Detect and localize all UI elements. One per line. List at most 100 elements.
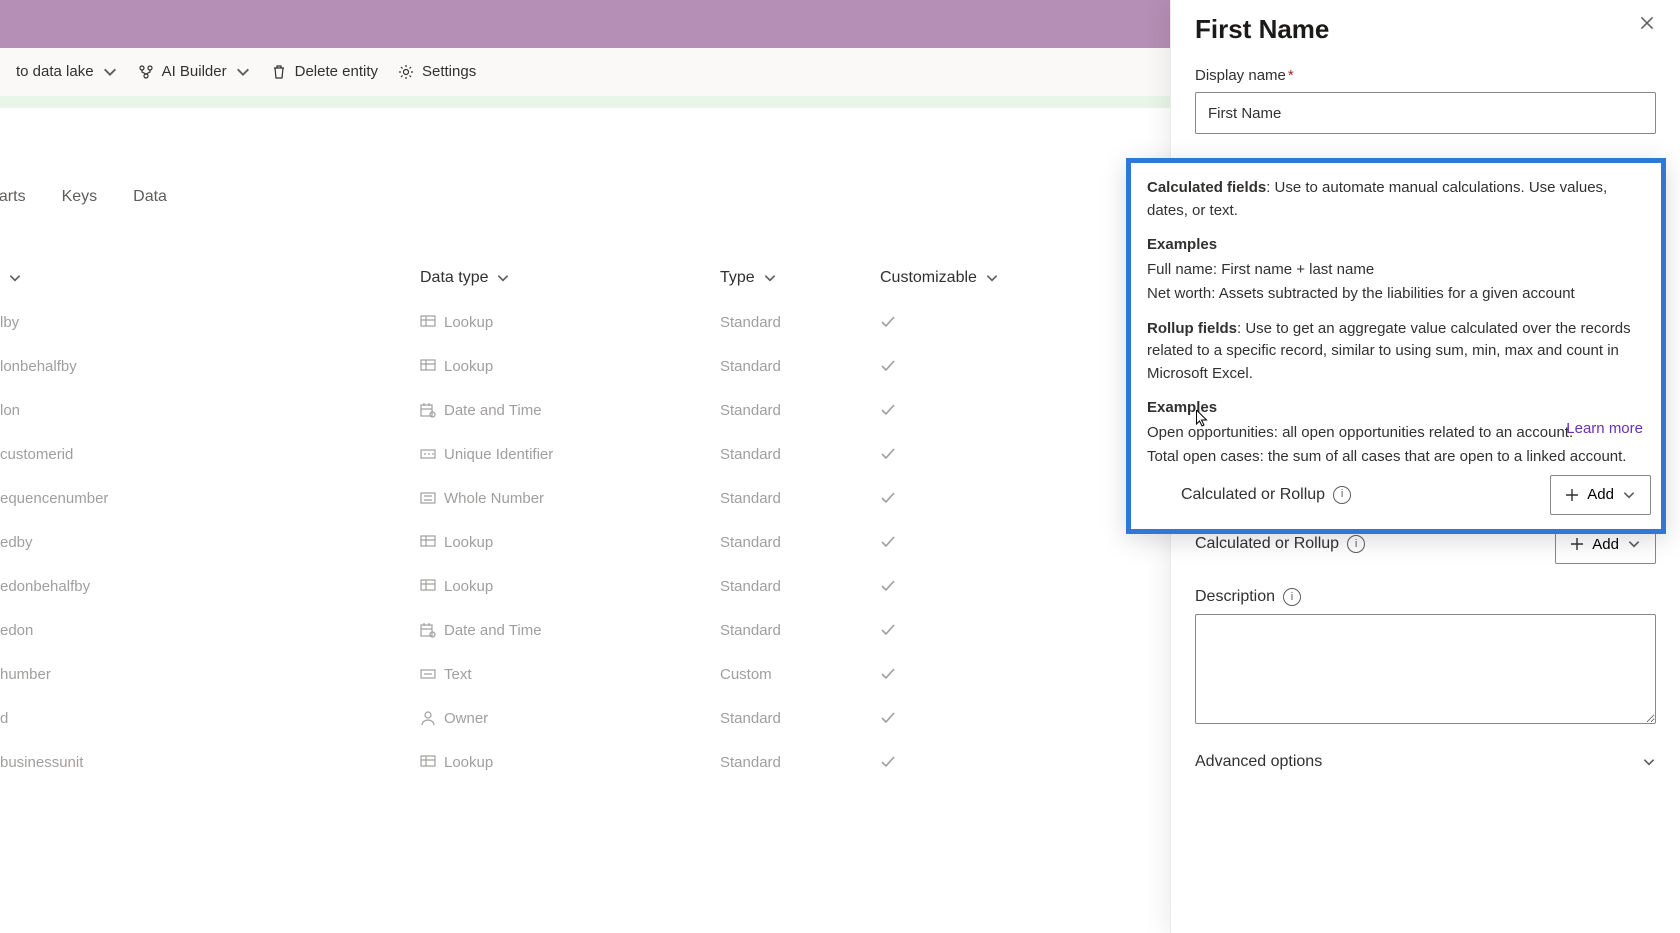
learn-more-link[interactable]: Learn more — [1566, 418, 1643, 441]
tab-keys[interactable]: Keys — [62, 188, 98, 206]
col-type[interactable]: Type — [720, 269, 880, 287]
field-name-cell: equencenumber — [0, 490, 420, 507]
check-icon — [880, 622, 896, 638]
tooltip-text: Full name: First name + last name — [1147, 259, 1645, 282]
field-name-cell: lon — [0, 402, 420, 419]
description-label: Description i — [1195, 588, 1301, 606]
unique-id-icon — [420, 446, 436, 462]
lookup-icon — [420, 534, 436, 550]
datatype-cell: Owner — [420, 710, 720, 727]
add-calculation-button-overlay[interactable]: Add — [1550, 475, 1651, 515]
advanced-options-toggle[interactable]: Advanced options — [1195, 753, 1656, 771]
type-cell: Standard — [720, 754, 880, 771]
tab-data[interactable]: Data — [133, 188, 167, 206]
datatype-cell: Lookup — [420, 754, 720, 771]
advanced-options-label: Advanced options — [1195, 753, 1322, 771]
datetime-icon — [420, 402, 436, 418]
export-to-data-lake-button[interactable]: to data lake — [16, 63, 118, 80]
type-cell: Standard — [720, 490, 880, 507]
customizable-cell — [880, 578, 1060, 594]
field-name-cell: edby — [0, 534, 420, 551]
command-label: Settings — [422, 63, 476, 80]
type-cell: Standard — [720, 314, 880, 331]
ai-builder-button[interactable]: AI Builder — [138, 63, 251, 80]
type-cell: Standard — [720, 622, 880, 639]
datatype-cell: Lookup — [420, 534, 720, 551]
datatype-cell: Lookup — [420, 578, 720, 595]
chevron-down-icon — [1627, 537, 1641, 551]
check-icon — [880, 490, 896, 506]
datatype-cell: Date and Time — [420, 622, 720, 639]
datatype-cell: Whole Number — [420, 490, 720, 507]
field-name-cell: d — [0, 710, 420, 727]
info-icon[interactable]: i — [1333, 486, 1351, 504]
customizable-cell — [880, 358, 1060, 374]
customizable-cell — [880, 314, 1060, 330]
whole-number-icon — [420, 490, 436, 506]
close-panel-button[interactable] — [1638, 14, 1656, 32]
customizable-cell — [880, 402, 1060, 418]
settings-button[interactable]: Settings — [398, 63, 476, 80]
plus-icon — [1570, 537, 1584, 551]
calculated-or-rollup-label-overlay: Calculated or Rollup i — [1181, 483, 1351, 507]
datatype-cell: Date and Time — [420, 402, 720, 419]
check-icon — [880, 314, 896, 330]
tooltip-calc-heading: Calculated fields — [1147, 179, 1266, 196]
field-name-cell: lby — [0, 314, 420, 331]
col-datatype[interactable]: Data type — [420, 269, 720, 287]
customizable-cell — [880, 446, 1060, 462]
trash-icon — [271, 64, 287, 80]
datatype-cell: Lookup — [420, 314, 720, 331]
lookup-icon — [420, 314, 436, 330]
chevron-down-icon — [496, 271, 510, 285]
datetime-icon — [420, 622, 436, 638]
customizable-cell — [880, 666, 1060, 682]
check-icon — [880, 666, 896, 682]
description-input[interactable] — [1195, 614, 1656, 724]
check-icon — [880, 358, 896, 374]
col-customizable[interactable]: Customizable — [880, 269, 1060, 287]
panel-title: First Name — [1195, 14, 1329, 45]
chevron-down-icon — [1642, 755, 1656, 769]
delete-entity-button[interactable]: Delete entity — [271, 63, 378, 80]
chevron-down-icon — [102, 64, 118, 80]
info-icon[interactable]: i — [1347, 535, 1365, 553]
check-icon — [880, 402, 896, 418]
display-name-input[interactable] — [1195, 92, 1656, 134]
customizable-cell — [880, 490, 1060, 506]
field-name-cell: edonbehalfby — [0, 578, 420, 595]
type-cell: Standard — [720, 578, 880, 595]
tab-charts[interactable]: harts — [0, 188, 26, 206]
type-cell: Standard — [720, 446, 880, 463]
text-icon — [420, 666, 436, 682]
type-cell: Standard — [720, 534, 880, 551]
gear-icon — [398, 64, 414, 80]
type-cell: Custom — [720, 666, 880, 683]
customizable-cell — [880, 710, 1060, 726]
lookup-icon — [420, 358, 436, 374]
customizable-cell — [880, 534, 1060, 550]
add-label: Add — [1592, 536, 1619, 553]
chevron-down-icon — [235, 64, 251, 80]
chevron-down-icon — [763, 271, 777, 285]
chevron-down-icon — [8, 271, 22, 285]
command-label: AI Builder — [162, 63, 227, 80]
tooltip-text: Total open cases: the sum of all cases t… — [1147, 446, 1645, 469]
close-icon — [1638, 14, 1656, 32]
chevron-down-icon — [1622, 488, 1636, 502]
field-name-cell: edon — [0, 622, 420, 639]
command-label: Delete entity — [295, 63, 378, 80]
type-cell: Standard — [720, 402, 880, 419]
tooltip-text: Net worth: Assets subtracted by the liab… — [1147, 283, 1645, 306]
command-label: to data lake — [16, 63, 94, 80]
col-name[interactable] — [0, 271, 420, 285]
check-icon — [880, 534, 896, 550]
chevron-down-icon — [985, 271, 999, 285]
display-name-label: Display name* — [1195, 67, 1656, 84]
check-icon — [880, 754, 896, 770]
info-icon[interactable]: i — [1283, 588, 1301, 606]
check-icon — [880, 446, 896, 462]
field-type-tooltip: Calculated fields: Use to automate manua… — [1126, 158, 1666, 534]
type-cell: Standard — [720, 710, 880, 727]
tooltip-examples-heading: Examples — [1147, 397, 1645, 420]
